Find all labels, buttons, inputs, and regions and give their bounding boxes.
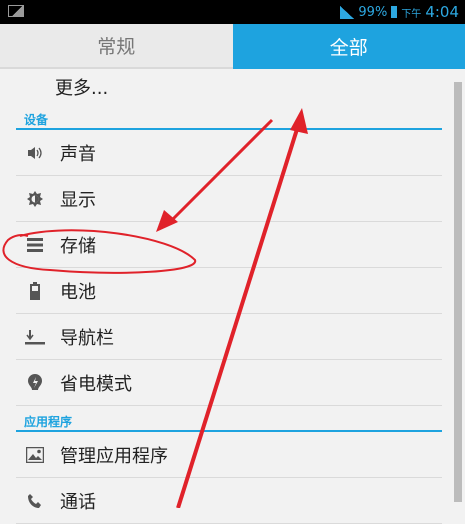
more-item[interactable]: 更多... [0,69,442,104]
settings-item-display[interactable]: 显示 [16,176,442,222]
battery-icon [24,282,46,300]
section-header-device: 设备 [16,104,442,130]
clock: 4:04 [425,3,459,21]
settings-list: 更多... 设备 声音 显示 存储 电池 导航栏 省电模式 [0,69,442,524]
tab-general[interactable]: 常规 [0,24,233,69]
tab-bar: 常规 全部 [0,24,465,69]
settings-item-label: 声音 [60,140,96,166]
settings-item-label: 存储 [60,232,96,258]
settings-item-navigation-bar[interactable]: 导航栏 [16,314,442,360]
status-bar: 99% 下午 4:04 [0,0,465,24]
tab-all[interactable]: 全部 [233,24,465,69]
signal-icon [340,6,354,19]
settings-item-label: 导航栏 [60,324,114,350]
settings-item-calls[interactable]: 通话 [16,478,442,524]
navigation-bar-icon [24,329,46,345]
battery-status-icon [391,6,397,18]
settings-item-label: 省电模式 [60,370,132,396]
settings-item-label: 电池 [60,278,96,304]
settings-item-label: 管理应用程序 [60,442,168,468]
battery-percent: 99% [358,5,387,20]
settings-item-label: 通话 [60,488,96,514]
phone-icon [24,493,46,509]
settings-item-power-saving[interactable]: 省电模式 [16,360,442,406]
scrollbar[interactable] [454,82,462,502]
settings-item-sound[interactable]: 声音 [16,130,442,176]
speaker-icon [24,145,46,161]
power-saving-icon [24,374,46,392]
settings-item-label: 显示 [60,186,96,212]
settings-item-storage[interactable]: 存储 [16,222,442,268]
time-period: 下午 [401,5,421,20]
section-header-applications: 应用程序 [16,406,442,432]
settings-item-battery[interactable]: 电池 [16,268,442,314]
storage-icon [24,238,46,252]
image-notification-icon [8,5,24,17]
app-manager-icon [24,447,46,463]
brightness-icon [24,190,46,208]
status-right: 99% 下午 4:04 [340,3,459,21]
settings-item-manage-apps[interactable]: 管理应用程序 [16,432,442,478]
